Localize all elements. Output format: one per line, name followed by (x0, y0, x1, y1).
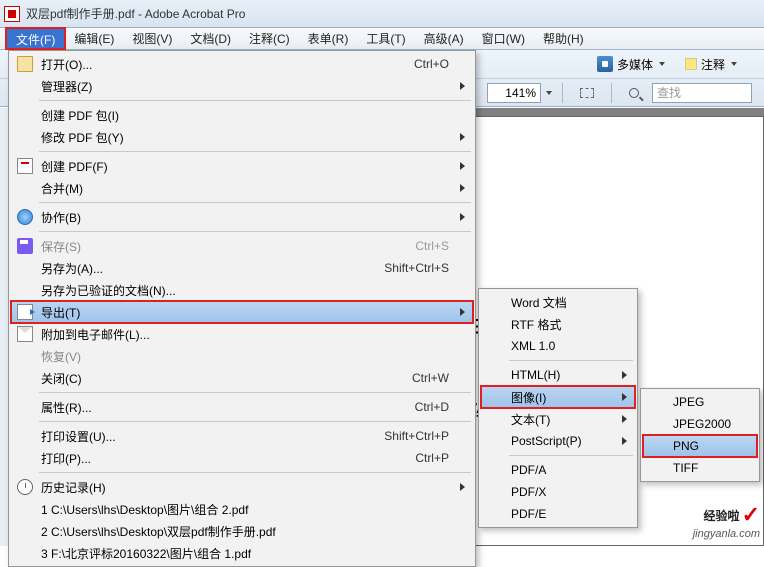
menu-recent-3[interactable]: 3 F:\北京评标20160322\图片\组合 1.pdf (11, 542, 473, 564)
submenu-arrow-icon (460, 82, 465, 90)
submenu-arrow-icon (460, 184, 465, 192)
menu-save: 保存(S)Ctrl+S (11, 235, 473, 257)
multimedia-icon (597, 56, 613, 72)
chevron-down-icon[interactable] (546, 91, 552, 95)
menu-document[interactable]: 文档(D) (181, 28, 240, 49)
file-menu-dropdown: 打开(O)...Ctrl+O 管理器(Z) 创建 PDF 包(I) 修改 PDF… (8, 50, 476, 567)
menu-revert: 恢复(V) (11, 345, 473, 367)
menu-print-setup[interactable]: 打印设置(U)...Shift+Ctrl+P (11, 425, 473, 447)
export-pdfa[interactable]: PDF/A (481, 459, 635, 481)
image-format-submenu: JPEG JPEG2000 PNG TIFF (640, 388, 760, 482)
history-icon (17, 479, 33, 495)
menu-modify-pdf-package[interactable]: 修改 PDF 包(Y) (11, 126, 473, 148)
menu-close[interactable]: 关闭(C)Ctrl+W (11, 367, 473, 389)
submenu-arrow-icon (622, 415, 627, 423)
export-submenu: Word 文档 RTF 格式 XML 1.0 HTML(H) 图像(I) 文本(… (478, 288, 638, 528)
chevron-down-icon (731, 62, 737, 66)
submenu-arrow-icon (622, 437, 627, 445)
submenu-arrow-icon (460, 213, 465, 221)
sticky-note-icon (685, 58, 697, 70)
menu-combine[interactable]: 合并(M) (11, 177, 473, 199)
printer-icon (17, 450, 33, 466)
export-rtf[interactable]: RTF 格式 (481, 313, 635, 335)
search-input[interactable]: 查找 (652, 83, 752, 103)
image-tiff[interactable]: TIFF (643, 457, 757, 479)
menu-recent-2[interactable]: 2 C:\Users\lhs\Desktop\双层pdf制作手册.pdf (11, 520, 473, 542)
submenu-arrow-icon (622, 393, 627, 401)
menu-file[interactable]: 文件(F) (6, 28, 65, 49)
zoom-input[interactable] (487, 83, 541, 103)
menu-tools[interactable]: 工具(T) (357, 28, 414, 49)
submenu-arrow-icon (460, 133, 465, 141)
submenu-arrow-icon (460, 483, 465, 491)
menu-create-pdf[interactable]: 创建 PDF(F) (11, 155, 473, 177)
save-icon (17, 238, 33, 254)
menu-export[interactable]: 导出(T) (11, 301, 473, 323)
certificate-icon (17, 282, 33, 298)
title-bar: 双层pdf制作手册.pdf - Adobe Acrobat Pro (0, 0, 764, 28)
separator (562, 83, 563, 103)
search-icon (629, 88, 639, 98)
window-title: 双层pdf制作手册.pdf - Adobe Acrobat Pro (26, 5, 245, 22)
marquee-icon (580, 88, 594, 98)
menu-recent-1[interactable]: 1 C:\Users\lhs\Desktop\图片\组合 2.pdf (11, 498, 473, 520)
menu-organizer[interactable]: 管理器(Z) (11, 75, 473, 97)
find-button[interactable] (622, 82, 646, 104)
export-html[interactable]: HTML(H) (481, 364, 635, 386)
submenu-arrow-icon (460, 308, 465, 316)
comment-button[interactable]: 注释 (678, 53, 744, 75)
image-jpeg[interactable]: JPEG (643, 391, 757, 413)
menu-attach-email[interactable]: 附加到电子邮件(L)... (11, 323, 473, 345)
organizer-icon (17, 78, 33, 94)
multimedia-button[interactable]: 多媒体 (590, 53, 672, 75)
menu-window[interactable]: 窗口(W) (473, 28, 534, 49)
collaborate-icon (17, 209, 33, 225)
chevron-down-icon (659, 62, 665, 66)
export-postscript[interactable]: PostScript(P) (481, 430, 635, 452)
submenu-arrow-icon (622, 371, 627, 379)
menu-edit[interactable]: 编辑(E) (65, 28, 123, 49)
separator (611, 83, 612, 103)
menu-open[interactable]: 打开(O)...Ctrl+O (11, 53, 473, 75)
create-pdf-icon (17, 158, 33, 174)
export-icon (17, 304, 33, 320)
menu-save-certified[interactable]: 另存为已验证的文档(N)... (11, 279, 473, 301)
image-jpeg2000[interactable]: JPEG2000 (643, 413, 757, 435)
combine-icon (17, 180, 33, 196)
menu-help[interactable]: 帮助(H) (534, 28, 593, 49)
menu-forms[interactable]: 表单(R) (299, 28, 358, 49)
pdf-file-icon (4, 6, 20, 22)
menu-advanced[interactable]: 高级(A) (415, 28, 473, 49)
folder-open-icon (17, 56, 33, 72)
menu-collaborate[interactable]: 协作(B) (11, 206, 473, 228)
menu-print[interactable]: 打印(P)...Ctrl+P (11, 447, 473, 469)
menu-history[interactable]: 历史记录(H) (11, 476, 473, 498)
menu-properties[interactable]: 属性(R)...Ctrl+D (11, 396, 473, 418)
menu-bar: 文件(F) 编辑(E) 视图(V) 文档(D) 注释(C) 表单(R) 工具(T… (0, 28, 764, 50)
export-text[interactable]: 文本(T) (481, 408, 635, 430)
menu-comments[interactable]: 注释(C) (240, 28, 299, 49)
export-image[interactable]: 图像(I) (481, 386, 635, 408)
watermark: 经验啦✓ jingyanla.com (693, 502, 760, 540)
menu-view[interactable]: 视图(V) (123, 28, 181, 49)
export-pdfx[interactable]: PDF/X (481, 481, 635, 503)
mail-icon (17, 326, 33, 342)
check-icon: ✓ (742, 502, 760, 528)
image-png[interactable]: PNG (643, 435, 757, 457)
export-word[interactable]: Word 文档 (481, 291, 635, 313)
submenu-arrow-icon (460, 162, 465, 170)
marquee-zoom-button[interactable] (573, 82, 601, 104)
export-pdfe[interactable]: PDF/E (481, 503, 635, 525)
menu-save-as[interactable]: 另存为(A)...Shift+Ctrl+S (11, 257, 473, 279)
menu-create-pdf-package[interactable]: 创建 PDF 包(I) (11, 104, 473, 126)
export-xml[interactable]: XML 1.0 (481, 335, 635, 357)
